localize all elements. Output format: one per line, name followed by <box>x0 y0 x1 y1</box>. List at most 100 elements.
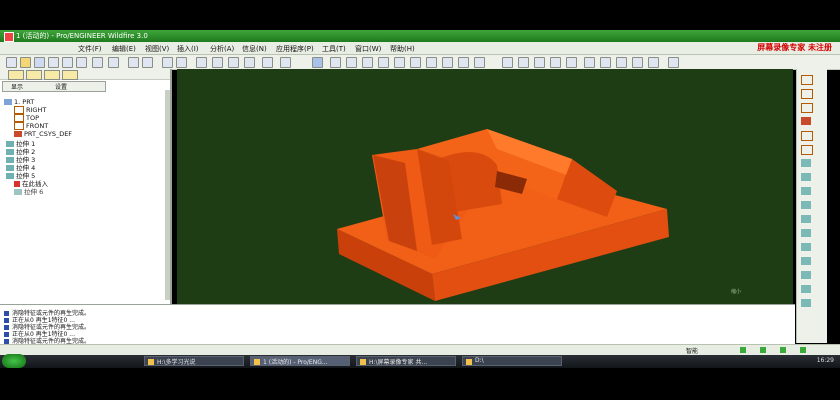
settings-menu[interactable]: 设置 <box>55 82 67 91</box>
extrude-tool-icon[interactable] <box>801 173 811 181</box>
graphics-viewport[interactable]: 缩小 <box>177 69 793 304</box>
datum-axis-tool-icon[interactable] <box>801 89 813 99</box>
chamfer-tool-icon[interactable] <box>801 285 811 293</box>
paste-icon[interactable] <box>108 57 119 68</box>
taskbar-item[interactable]: D:\ <box>462 356 562 366</box>
pattern-icon[interactable] <box>228 57 239 68</box>
hole-tool-icon[interactable] <box>801 215 811 223</box>
datum-point-tool-icon[interactable] <box>801 117 811 125</box>
taskbar-item[interactable]: H:\多学习光说 <box>144 356 244 366</box>
selection-icon[interactable] <box>196 57 207 68</box>
model-view: 缩小 <box>337 129 741 301</box>
round-tool-icon[interactable] <box>801 271 811 279</box>
menu-info[interactable]: 信息(N) <box>242 44 267 54</box>
tree-item-root[interactable]: 1. PRT <box>4 98 34 106</box>
part-icon <box>4 99 12 105</box>
datum-planes-icon[interactable] <box>518 57 529 68</box>
menu-edit[interactable]: 编辑(E) <box>112 44 136 54</box>
variable-sweep-icon[interactable] <box>801 201 811 209</box>
tree-item-right[interactable]: RIGHT <box>14 106 46 114</box>
spin-center-icon[interactable] <box>330 57 341 68</box>
datum-axes-icon[interactable] <box>534 57 545 68</box>
axis-tool-icon[interactable] <box>616 57 627 68</box>
save-icon[interactable] <box>34 57 45 68</box>
tree-item-front[interactable]: FRONT <box>14 122 48 130</box>
no-hidden-icon[interactable] <box>474 57 485 68</box>
copy-icon[interactable] <box>48 57 59 68</box>
status-light-icon <box>780 347 786 353</box>
datum-plane-tool-icon[interactable] <box>801 75 813 85</box>
show-menu[interactable]: 显示 <box>11 82 23 91</box>
csys-tool-icon[interactable] <box>801 131 813 141</box>
context-help-icon[interactable] <box>668 57 679 68</box>
csys-tool-icon[interactable] <box>648 57 659 68</box>
menu-applications[interactable]: 应用程序(P) <box>276 44 314 54</box>
zoom-out-icon[interactable] <box>378 57 389 68</box>
orient-icon[interactable] <box>346 57 357 68</box>
shell-tool-icon[interactable] <box>801 229 811 237</box>
point-tool-icon[interactable] <box>632 57 643 68</box>
mirror-icon[interactable] <box>212 57 223 68</box>
viewport-corner-label: 缩小 <box>731 288 741 295</box>
start-button[interactable] <box>2 354 26 368</box>
print-icon[interactable] <box>62 57 73 68</box>
datum-points-icon[interactable] <box>550 57 561 68</box>
analysis-tool-icon[interactable] <box>801 145 813 155</box>
regenerate-icon[interactable] <box>162 57 173 68</box>
title-bar: 1 (活动的) - Pro/ENGINEER Wildfire 3.0 <box>0 30 840 42</box>
shading-icon[interactable] <box>502 57 513 68</box>
view-manager-icon[interactable] <box>280 57 291 68</box>
open-folder-icon[interactable] <box>20 57 31 68</box>
sketch-icon[interactable] <box>584 57 595 68</box>
draft-tool-icon[interactable] <box>801 257 811 265</box>
datum-plane-tool-icon[interactable] <box>600 57 611 68</box>
tree-item-top[interactable]: TOP <box>14 114 39 122</box>
selection-filter[interactable]: 智能 <box>686 346 698 355</box>
csys-icon <box>14 131 22 137</box>
menu-view[interactable]: 视图(V) <box>145 44 169 54</box>
search-icon[interactable] <box>176 57 187 68</box>
repaint-icon[interactable] <box>312 57 323 68</box>
datum-curve-tool-icon[interactable] <box>801 103 813 113</box>
main-toolbar <box>0 55 840 70</box>
redo-icon[interactable] <box>142 57 153 68</box>
bracket-model <box>337 129 669 301</box>
tree-item-extrude-6[interactable]: 拉伸 6 <box>14 186 43 196</box>
hide-icon[interactable] <box>244 57 255 68</box>
revolve-tool-icon[interactable] <box>801 187 811 195</box>
reorient-icon[interactable] <box>410 57 421 68</box>
menu-file[interactable]: 文件(F) <box>78 44 102 54</box>
taskbar-item-active[interactable]: 1 (活动的) - Pro/ENG... <box>250 356 350 366</box>
undo-icon[interactable] <box>128 57 139 68</box>
zoom-in-icon[interactable] <box>362 57 373 68</box>
status-light-icon <box>800 347 806 353</box>
tree-item-csys[interactable]: PRT_CSYS_DEF <box>14 130 72 138</box>
wireframe-icon[interactable] <box>442 57 453 68</box>
menu-window[interactable]: 窗口(W) <box>355 44 381 54</box>
new-file-icon[interactable] <box>6 57 17 68</box>
datum-plane-icon <box>14 106 24 114</box>
tab-favorites[interactable] <box>44 70 60 80</box>
email-icon[interactable] <box>76 57 87 68</box>
layer-icon[interactable] <box>262 57 273 68</box>
hidden-line-icon[interactable] <box>458 57 469 68</box>
tab-folder-browser[interactable] <box>26 70 42 80</box>
rib-tool-icon[interactable] <box>801 243 811 251</box>
sketch-tool-icon[interactable] <box>801 159 811 167</box>
refit-icon[interactable] <box>394 57 405 68</box>
menu-tools[interactable]: 工具(T) <box>322 44 346 54</box>
tab-history[interactable] <box>62 70 78 80</box>
status-light-icon <box>760 347 766 353</box>
menu-analysis[interactable]: 分析(A) <box>210 44 234 54</box>
menu-help[interactable]: 帮助(H) <box>390 44 415 54</box>
menu-insert[interactable]: 插入(I) <box>177 44 199 54</box>
tab-model-tree[interactable] <box>8 70 24 80</box>
cut-icon[interactable] <box>92 57 103 68</box>
extrude-icon <box>14 189 22 195</box>
panel-splitter[interactable] <box>165 90 170 300</box>
csys-display-icon[interactable] <box>566 57 577 68</box>
saved-views-icon[interactable] <box>426 57 437 68</box>
taskbar-item[interactable]: H:\屏幕录像专家 共... <box>356 356 456 366</box>
app-icon <box>4 32 14 42</box>
pattern-tool-icon[interactable] <box>801 299 811 307</box>
